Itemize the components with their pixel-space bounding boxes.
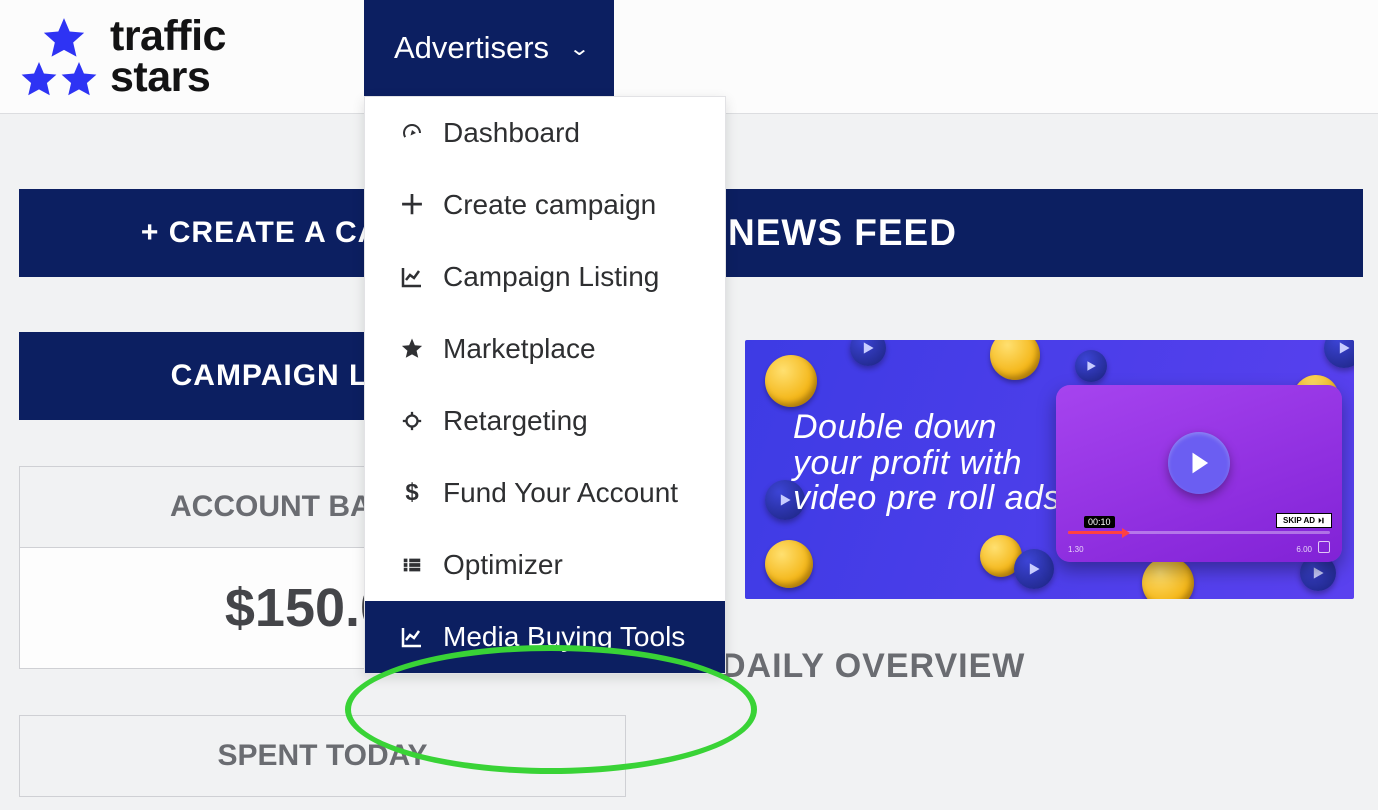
video-start-time: 1.30 — [1068, 545, 1084, 554]
chart-line-icon — [397, 624, 427, 650]
spent-today-panel: SPENT TODAY — [19, 715, 626, 797]
dropdown-item-campaign-listing[interactable]: Campaign Listing — [365, 241, 725, 313]
daily-overview-title: DAILY OVERVIEW — [721, 647, 1363, 686]
video-timeline — [1068, 531, 1330, 534]
list-icon — [397, 552, 427, 578]
dropdown-item-retargeting-label: Retargeting — [443, 407, 588, 435]
play-bubble-icon — [1014, 549, 1054, 589]
dropdown-item-dashboard-label: Dashboard — [443, 119, 580, 147]
plus-icon: ＋ — [397, 192, 427, 218]
banner-line2: your profit with — [793, 446, 1071, 482]
target-icon — [397, 408, 427, 434]
dashboard-icon — [397, 120, 427, 146]
video-timer-label: 00:10 — [1084, 516, 1115, 528]
play-bubble-icon — [1075, 350, 1107, 382]
dropdown-item-media-buying-tools[interactable]: Media Buying Tools — [365, 601, 725, 673]
banner-headline: Double down your profit with video pre r… — [793, 410, 1071, 517]
nav-advertisers-button[interactable]: Advertisers ⌄ — [364, 0, 614, 96]
video-preview-card: 00:10 SKIP AD 1.30 6.00 — [1056, 385, 1342, 562]
dropdown-item-marketplace-label: Marketplace — [443, 335, 596, 363]
dropdown-item-create-campaign-label: Create campaign — [443, 191, 656, 219]
coin-icon — [765, 355, 817, 407]
dropdown-item-dashboard[interactable]: Dashboard — [365, 97, 725, 169]
dollar-icon: $ — [397, 480, 427, 506]
dropdown-item-retargeting[interactable]: Retargeting — [365, 385, 725, 457]
dropdown-item-campaign-listing-label: Campaign Listing — [443, 263, 659, 291]
coin-icon — [990, 340, 1040, 380]
right-column: NEWS FEED Double down your profit with v… — [703, 189, 1363, 686]
play-bubble-icon — [1324, 340, 1354, 368]
promo-banner[interactable]: Double down your profit with video pre r… — [745, 340, 1354, 599]
skip-ad-button: SKIP AD — [1276, 513, 1332, 528]
dropdown-item-fund-account-label: Fund Your Account — [443, 479, 678, 507]
advertisers-dropdown: Dashboard ＋ Create campaign Campaign Lis… — [364, 96, 726, 674]
logo-text-line1: traffic — [110, 16, 226, 57]
star-icon — [397, 336, 427, 362]
banner-line1: Double down — [793, 410, 1071, 446]
dropdown-item-marketplace[interactable]: Marketplace — [365, 313, 725, 385]
banner-line3: video pre roll ads! — [793, 481, 1071, 517]
dropdown-item-media-buying-tools-label: Media Buying Tools — [443, 623, 685, 651]
logo-text: traffic stars — [110, 16, 226, 98]
dropdown-item-optimizer-label: Optimizer — [443, 551, 563, 579]
coin-icon — [765, 540, 813, 588]
logo[interactable]: traffic stars — [20, 16, 226, 98]
dropdown-item-optimizer[interactable]: Optimizer — [365, 529, 725, 601]
video-end-time: 6.00 — [1296, 545, 1312, 554]
coin-icon — [1142, 557, 1194, 599]
spent-today-title: SPENT TODAY — [19, 715, 626, 797]
fullscreen-icon — [1318, 541, 1330, 553]
dropdown-item-create-campaign[interactable]: ＋ Create campaign — [365, 169, 725, 241]
nav-advertisers-label: Advertisers — [394, 30, 549, 66]
news-feed-title: NEWS FEED — [703, 189, 1363, 277]
play-button-icon — [1168, 432, 1230, 494]
play-bubble-icon — [850, 340, 886, 366]
chart-line-icon — [397, 264, 427, 290]
logo-text-line2: stars — [110, 57, 226, 98]
logo-stars-icon — [20, 17, 100, 97]
dropdown-item-fund-account[interactable]: $ Fund Your Account — [365, 457, 725, 529]
skip-ad-label: SKIP AD — [1283, 516, 1315, 525]
chevron-down-icon: ⌄ — [569, 36, 591, 61]
